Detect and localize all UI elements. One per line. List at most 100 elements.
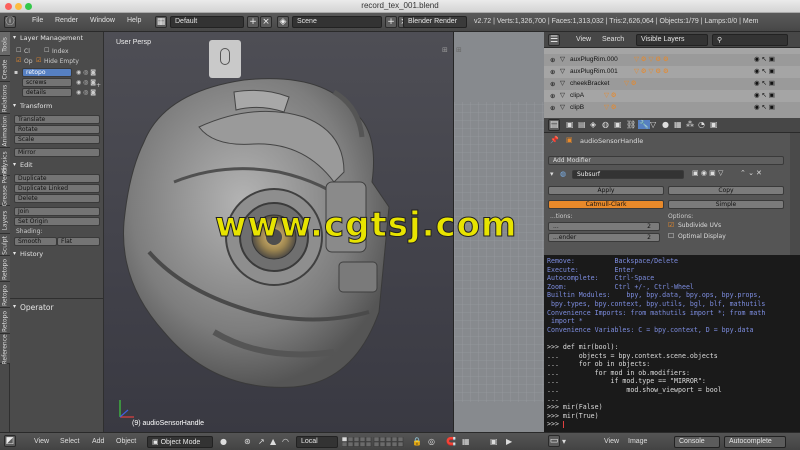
tab-tools[interactable]: Tools: [0, 32, 10, 56]
list-item[interactable]: ⊕ ▽ cheekBracket ▽ ⚙ ◉ ↖ ▣: [544, 78, 800, 90]
add-layout-icon[interactable]: +: [247, 16, 259, 28]
flat-button[interactable]: Flat: [57, 237, 100, 246]
scale-button[interactable]: Scale: [14, 135, 100, 144]
mirror-button[interactable]: Mirror: [14, 148, 100, 157]
panel-history[interactable]: History: [12, 250, 102, 260]
view-levels-field[interactable]: ... 2: [548, 222, 660, 231]
add-modifier-dropdown[interactable]: Add Modifier: [548, 156, 784, 165]
constraints-tab-icon[interactable]: ⛓: [626, 120, 636, 129]
layer-row-details[interactable]: details: [22, 88, 72, 97]
checkbox-hide-empty[interactable]: ☑: [36, 57, 41, 64]
proportional-edit-icon[interactable]: ◎: [428, 437, 435, 446]
tab-create[interactable]: Create: [0, 56, 10, 82]
remove-layout-icon[interactable]: ×: [260, 16, 272, 28]
world-tab-icon[interactable]: ◍: [602, 120, 609, 129]
list-item[interactable]: ⊕ ▽ clipA ▽ ⚙ ◉ ↖ ▣: [544, 90, 800, 102]
expand-icon[interactable]: ⊕: [550, 80, 555, 88]
panel-layer-management[interactable]: Layer Management: [12, 34, 102, 44]
modifier-name-field[interactable]: Subsurf: [572, 170, 684, 179]
manipulator-icon[interactable]: ↗: [258, 437, 265, 446]
tab-grease-pencil[interactable]: Grease Pencil: [0, 166, 10, 207]
checkbox-index[interactable]: ☐: [44, 47, 49, 54]
join-button[interactable]: Join: [14, 207, 100, 216]
simple-button[interactable]: Simple: [668, 200, 784, 209]
tab-animation[interactable]: Animation: [0, 114, 10, 148]
material-tab-icon[interactable]: ●: [662, 120, 669, 129]
copy-button[interactable]: Copy: [668, 186, 784, 195]
properties-editor-type-icon[interactable]: ▤: [548, 119, 560, 131]
list-item[interactable]: ⊕ ▽ clipB ▽ ⚙ ◉ ↖ ▣: [544, 102, 800, 114]
visibility-icons[interactable]: ◉ ↖ ▣: [754, 55, 775, 63]
outliner-view-menu[interactable]: View: [576, 36, 591, 43]
set-origin-dropdown[interactable]: Set Origin: [14, 217, 100, 226]
panel-operator[interactable]: Operator: [12, 303, 102, 313]
menu-render[interactable]: Render: [55, 17, 78, 24]
render-engine-dropdown[interactable]: Blender Render: [403, 16, 467, 28]
layout-icon[interactable]: ▦: [155, 16, 167, 28]
python-console[interactable]: Remove: Backspace/Delete Execute: Enter Au…: [544, 255, 800, 432]
tab-sculpt[interactable]: Sculpt: [0, 234, 10, 256]
properties-scrollbar[interactable]: [790, 133, 800, 255]
console-expand-icon[interactable]: ▾: [562, 437, 566, 446]
collapse-arrow-icon[interactable]: ▾: [550, 170, 554, 178]
expand-icon[interactable]: ⊕: [550, 104, 555, 112]
modifier-remove-icon[interactable]: ✕: [756, 169, 762, 177]
viewport-corner-plus-icon[interactable]: ⊞: [442, 46, 448, 54]
visibility-icons[interactable]: ◉ ↖ ▣: [754, 67, 775, 75]
layer-eye-icon-3[interactable]: ◉ ◎ ◙: [76, 89, 96, 96]
outliner-filter-dropdown[interactable]: Visible Layers: [636, 34, 708, 46]
layer-row-retopo[interactable]: retopo: [22, 68, 72, 77]
3d-object-menu[interactable]: Object: [116, 438, 136, 445]
lock-icon[interactable]: 🔒: [412, 437, 422, 446]
modifier-display-icons[interactable]: ▣ ◉ ▣ ▽: [692, 169, 723, 177]
scene-dropdown[interactable]: Scene: [292, 16, 382, 28]
modifiers-tab-icon[interactable]: 🔧: [638, 120, 650, 129]
render-animation-icon[interactable]: ▶: [506, 437, 512, 446]
duplicate-button[interactable]: Duplicate: [14, 174, 100, 183]
viewport-shading-icon[interactable]: ●: [220, 437, 227, 446]
list-item[interactable]: ⊕ ▽ auxPlugRim.000 ▽ ⚙ ▽ ⚙ ⚙ ◉ ↖ ▣: [544, 54, 800, 66]
layer-eye-icon-2[interactable]: ◉ ◎ ◙: [76, 79, 96, 86]
subdivide-uvs-checkbox[interactable]: ☑: [668, 221, 674, 229]
editor-type-icon[interactable]: ⓘ: [4, 16, 16, 28]
3d-add-menu[interactable]: Add: [92, 438, 104, 445]
layer-buttons[interactable]: [341, 436, 460, 447]
texture-tab-icon[interactable]: ▦: [674, 120, 682, 129]
checkbox-op[interactable]: ☑: [16, 57, 21, 64]
optimal-display-checkbox[interactable]: ☐: [668, 232, 674, 240]
uv-corner-plus-icon[interactable]: ⊞: [456, 46, 462, 54]
render-levels-field[interactable]: ...ender 2: [548, 233, 660, 242]
snap-element-icon[interactable]: ▦: [462, 437, 470, 446]
snap-icon[interactable]: 🧲: [446, 437, 456, 446]
manipulator-rotate-icon[interactable]: ◠: [282, 437, 289, 446]
catmull-clark-button[interactable]: Catmull-Clark: [548, 200, 664, 209]
visibility-icons[interactable]: ◉ ↖ ▣: [754, 91, 775, 99]
render-layers-tab-icon[interactable]: ▤: [578, 120, 586, 129]
tab-reference[interactable]: Reference: [0, 334, 10, 365]
rotate-button[interactable]: Rotate: [14, 125, 100, 134]
physics-tab-icon[interactable]: ◔: [698, 120, 705, 129]
expand-icon[interactable]: ⊕: [550, 68, 555, 76]
3d-select-menu[interactable]: Select: [60, 438, 79, 445]
object-mode-dropdown[interactable]: ▣ Object Mode: [147, 436, 213, 448]
manipulator-translate-icon[interactable]: ▲: [270, 437, 276, 446]
pin-icon[interactable]: 📌: [550, 136, 559, 144]
checkbox-cl[interactable]: ☐: [16, 47, 21, 54]
apply-button[interactable]: Apply: [548, 186, 664, 195]
expand-icon[interactable]: ⊕: [550, 56, 555, 64]
modifier-move-icons[interactable]: ⌃ ⌄: [740, 169, 754, 177]
layer-lock-icon[interactable]: ▪: [14, 69, 18, 76]
delete-button[interactable]: Delete: [14, 194, 100, 203]
outliner-search-menu[interactable]: Search: [602, 36, 624, 43]
list-item[interactable]: ⊕ ▽ auxPlugRim.001 ▽ ⚙ ▽ ⚙ ⚙ ◉ ↖ ▣: [544, 66, 800, 78]
layer-add-icon[interactable]: +: [96, 82, 101, 89]
panel-edit[interactable]: Edit: [12, 161, 102, 171]
console-image-menu[interactable]: Image: [628, 438, 647, 445]
panel-transform[interactable]: Transform: [12, 102, 102, 112]
object-tab-icon[interactable]: ▣: [614, 120, 622, 129]
console-editor-type-icon[interactable]: ▭: [548, 435, 560, 447]
tab-retopo[interactable]: Retopo: [0, 256, 10, 282]
scene-icon[interactable]: ◈: [277, 16, 289, 28]
add-scene-icon[interactable]: +: [385, 16, 397, 28]
particles-tab-icon[interactable]: ⁂: [686, 120, 694, 129]
